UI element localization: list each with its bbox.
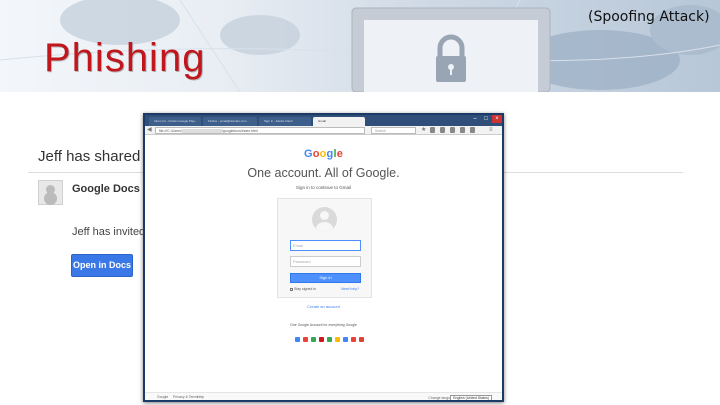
download-icon[interactable]: [440, 127, 445, 133]
back-icon[interactable]: ◀: [147, 126, 152, 134]
google-icon: [295, 337, 300, 342]
google-apps-row: [295, 329, 367, 342]
footer-link-help[interactable]: Help: [197, 395, 204, 399]
tab-sign-in[interactable]: Sign in - Adobe Flash: [259, 117, 311, 126]
avatar-icon: [312, 207, 337, 232]
browser-window: Inbox (1) - Firefox Google Play... Firef…: [143, 113, 504, 402]
redacted-username: [181, 129, 222, 133]
stay-signed-in-checkbox[interactable]: Stay signed in: [290, 287, 316, 291]
play-icon: [327, 337, 332, 342]
checkbox-icon[interactable]: [290, 287, 293, 291]
tab-bar: Inbox (1) - Firefox Google Play... Firef…: [145, 115, 502, 126]
close-icon[interactable]: ×: [492, 115, 502, 123]
open-in-docs-button[interactable]: Open in Docs: [71, 254, 133, 277]
gmail-icon: [303, 337, 308, 342]
url-prefix: file:///C:/Users/: [159, 129, 182, 133]
sender-avatar: [38, 180, 63, 205]
url-suffix: /googledocs/index.html: [221, 129, 258, 133]
sign-in-button[interactable]: Sign in: [290, 273, 361, 283]
page-subheading: Sign in to continue to Gmail: [295, 185, 352, 190]
fake-google-signin-page: Google One account. All of Google. Sign …: [145, 136, 502, 400]
address-bar[interactable]: file:///C:/Users/ /googledocs/index.html: [155, 127, 365, 134]
page-footer: Google Privacy & Terms Help Change langu…: [145, 392, 502, 400]
home-icon[interactable]: [450, 127, 455, 133]
email-sender: Google Docs: [72, 183, 140, 195]
password-field[interactable]: Password: [290, 256, 361, 267]
nav-toolbar: ◀ file:///C:/Users/ /googledocs/index.htm…: [145, 126, 502, 135]
photos-icon: [351, 337, 356, 342]
logo-letter: o: [312, 148, 320, 160]
footer-link-google[interactable]: Google: [157, 395, 168, 399]
tab-inbox[interactable]: Inbox (1) - Firefox Google Play...: [149, 117, 201, 126]
language-select[interactable]: English (United States): [450, 395, 492, 400]
page-heading: One account. All of Google.: [247, 166, 400, 180]
chrome-icon: [359, 337, 364, 342]
email-field[interactable]: Email: [290, 240, 361, 251]
laptop-illustration: [351, 7, 551, 92]
slide-title: Phishing: [44, 36, 206, 80]
slide: Phishing (Spoofing Attack) Jeff has shar…: [0, 0, 720, 405]
google-logo: Google: [145, 148, 502, 160]
logo-letter: G: [303, 148, 313, 160]
menu-icon[interactable]: ≡: [489, 126, 493, 134]
logo-letter: e: [336, 148, 344, 160]
search-input[interactable]: Search: [371, 127, 416, 134]
pocket-icon[interactable]: [460, 127, 465, 133]
star-icon[interactable]: ★: [421, 126, 426, 134]
logo-letter: o: [319, 148, 327, 160]
one-account-text: One Google Account for everything Google: [290, 323, 357, 327]
minimize-icon[interactable]: –: [470, 115, 480, 123]
slide-subtitle: (Spoofing Attack): [588, 9, 710, 25]
drive-icon: [335, 337, 340, 342]
email-body: Jeff has invited y: [72, 226, 154, 238]
header-banner: Phishing (Spoofing Attack): [0, 0, 720, 92]
tab-firefox[interactable]: Firefox - email@domain.com...: [203, 117, 257, 126]
search-icon: [343, 337, 348, 342]
shield-icon[interactable]: [470, 127, 475, 133]
create-account-link[interactable]: Create an account: [145, 304, 502, 309]
bookmarks-icon[interactable]: [430, 127, 435, 133]
youtube-icon: [319, 337, 324, 342]
footer-link-privacy[interactable]: Privacy & Terms: [173, 395, 198, 399]
need-help-link[interactable]: Need help?: [341, 287, 359, 291]
signin-card: Email Password Sign in Stay signed in Ne…: [277, 198, 372, 298]
tab-gmail[interactable]: Gmail: [313, 117, 365, 126]
maps-icon: [311, 337, 316, 342]
maximize-icon[interactable]: □: [481, 115, 491, 123]
stay-label: Stay signed in: [294, 287, 316, 291]
